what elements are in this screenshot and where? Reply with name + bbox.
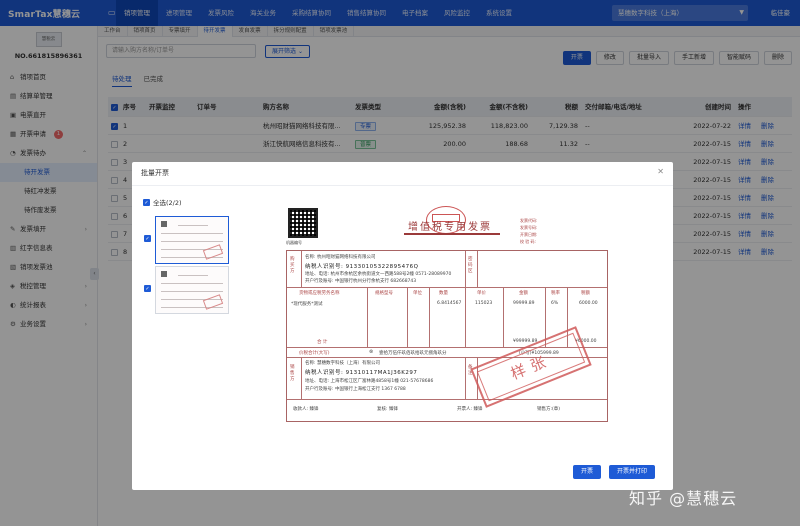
rule bbox=[429, 287, 430, 347]
dialog-footer: 开票 开票并打印 bbox=[572, 465, 655, 479]
seller-address: 地址、电话: 上海市松江区广富林路4858号1幢 021-57678686 bbox=[305, 379, 434, 384]
buyer-bank: 开户行及账号: 中国银行杭州分行余杭支行 682668743 bbox=[305, 279, 417, 284]
col-tax: 税额 bbox=[581, 291, 590, 296]
reviewer: 复核: 臻锋 bbox=[377, 407, 398, 412]
col-price: 单价 bbox=[477, 291, 486, 296]
buyer-section-label: 购买方 bbox=[290, 257, 295, 274]
select-all-label: 全选(2/2) bbox=[153, 199, 182, 207]
thumb-line bbox=[161, 283, 223, 284]
seller-name: 名称: 慧穗数字科技（上海）有限公司 bbox=[305, 361, 380, 366]
words-value: 壹拾万伍仟玖佰玖拾玖元捌角玖分 bbox=[379, 351, 447, 356]
rule bbox=[503, 287, 504, 347]
thumb-line bbox=[161, 241, 223, 242]
rule bbox=[301, 251, 302, 287]
item-tax: 6000.00 bbox=[579, 301, 598, 306]
buyer-name: 名称: 杭州昭财猫网络科技有限公司 bbox=[305, 255, 376, 260]
select-all[interactable]: ✓ 全选(2/2) bbox=[143, 197, 182, 207]
rule bbox=[287, 399, 607, 400]
invoice-preview: 机器编号 增值税专用发票 发票代码: 发票号码: 开票日期: 校 验 码: 购买… bbox=[282, 204, 612, 429]
seller-section-label: 销售方 bbox=[290, 365, 295, 382]
thumb-line bbox=[161, 257, 223, 258]
col-item-name: 货物或应税劳务名称 bbox=[299, 291, 340, 296]
buyer-tax-id: 纳税人识别号: 91330105322895476Q bbox=[305, 264, 419, 270]
rule bbox=[367, 287, 368, 347]
qr-icon bbox=[161, 271, 167, 277]
password-area-label: 密码区 bbox=[468, 257, 473, 274]
invoice-number-label: 发票号码: bbox=[520, 225, 538, 230]
seller-sign: 销售方:(章) bbox=[537, 407, 561, 412]
qr-caption: 机器编号 bbox=[286, 240, 302, 245]
dialog-title: 批量开票 bbox=[141, 169, 169, 177]
rule bbox=[287, 287, 607, 288]
col-rate: 税率 bbox=[551, 291, 560, 296]
words-label: 价税合计(大写) bbox=[299, 351, 330, 356]
qr-icon bbox=[161, 221, 167, 227]
total-label: 合 计 bbox=[317, 340, 328, 345]
drawer: 开票人: 臻锋 bbox=[457, 407, 483, 412]
rule bbox=[465, 357, 466, 399]
payee: 收款人: 臻锋 bbox=[293, 407, 319, 412]
thumb-checkbox-1[interactable]: ✓ bbox=[144, 234, 151, 242]
rule bbox=[477, 251, 478, 287]
buyer-address: 地址、电话: 杭州市余杭区余杭街道文一西路588号2幢 0571-2808997… bbox=[305, 272, 452, 277]
invoice-thumbnail-1[interactable] bbox=[155, 216, 229, 264]
cancel-circle-icon: ⊗ bbox=[369, 349, 374, 355]
rule bbox=[465, 251, 466, 287]
title-underline bbox=[404, 233, 500, 235]
seller-tax-id: 纳税人识别号: 91310117MA1J36K297 bbox=[305, 370, 418, 376]
issue-print-button[interactable]: 开票并打印 bbox=[608, 465, 655, 479]
invoice-code-label: 发票代码: bbox=[520, 218, 538, 223]
thumb-line bbox=[161, 291, 223, 292]
qr-code-icon bbox=[288, 208, 318, 238]
rule bbox=[465, 287, 466, 347]
item-name: *现代服务*测试 bbox=[291, 302, 323, 307]
checkbox-icon: ✓ bbox=[144, 284, 151, 292]
rule bbox=[301, 357, 302, 399]
item-qty: 6.8414567 bbox=[437, 301, 462, 306]
col-unit: 单位 bbox=[413, 291, 422, 296]
watermark: 知乎 @慧穗云 bbox=[629, 489, 738, 508]
batch-issue-dialog: 批量开票 ✕ ✓ 全选(2/2) ✓ ✓ 机器编号 增值税专用发票 发票代码: … bbox=[132, 162, 673, 490]
thumb-line bbox=[161, 307, 223, 308]
issue-confirm-button[interactable]: 开票 bbox=[572, 465, 601, 479]
item-rate: 6% bbox=[551, 301, 559, 306]
seller-bank: 开户行及账号: 中国银行上海松江支行 1367 6788 bbox=[305, 387, 406, 392]
invoice-date-label: 开票日期: bbox=[520, 232, 538, 237]
thumb-line bbox=[178, 225, 208, 226]
checkbox-icon: ✓ bbox=[144, 234, 151, 242]
item-price: 115023 bbox=[475, 301, 493, 306]
thumb-line bbox=[178, 275, 208, 276]
invoice-title: 增值税专用发票 bbox=[408, 222, 492, 233]
rule bbox=[407, 287, 408, 347]
divider bbox=[132, 185, 673, 186]
close-icon[interactable]: ✕ bbox=[657, 167, 664, 176]
checkbox-icon: ✓ bbox=[143, 198, 150, 206]
invoice-thumbnail-2[interactable] bbox=[155, 266, 229, 314]
item-amount: 99999.89 bbox=[513, 301, 535, 306]
col-qty: 数量 bbox=[439, 291, 448, 296]
thumb-line bbox=[161, 233, 223, 234]
check-code-label: 校 验 码: bbox=[520, 239, 536, 244]
col-spec: 规格型号 bbox=[375, 291, 393, 296]
thumb-checkbox-2[interactable]: ✓ bbox=[144, 284, 151, 292]
col-amount: 金额 bbox=[519, 291, 528, 296]
